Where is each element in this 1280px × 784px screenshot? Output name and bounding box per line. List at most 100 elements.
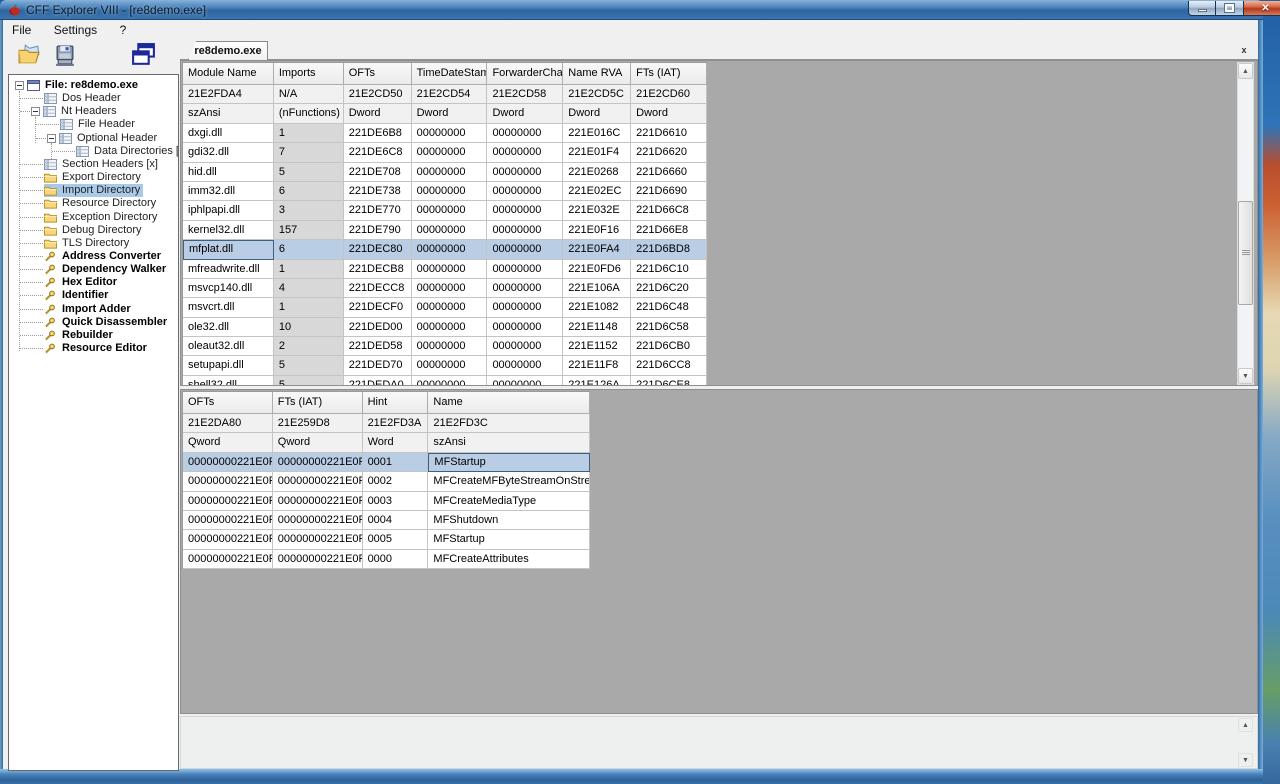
cell[interactable]: Dword (563, 104, 631, 123)
scroll-up-icon[interactable]: ▲ (1238, 63, 1253, 79)
cell[interactable]: 00000000221E0F24 (273, 550, 363, 569)
module-row-hid-dll[interactable]: hid.dll5221DE7080000000000000000221E0268… (183, 163, 707, 182)
module-row-dxgi-dll[interactable]: dxgi.dll1221DE6B80000000000000000221E016… (183, 124, 707, 143)
cell[interactable]: Dword (412, 104, 488, 123)
cell[interactable]: 221E02EC (563, 182, 631, 201)
cell[interactable]: 00000000221E0F8A (183, 511, 273, 530)
cell[interactable]: (nFunctions) (274, 104, 344, 123)
cell[interactable]: 5 (274, 376, 344, 386)
function-row-mfstartup[interactable]: 00000000221E0F3A00000000221E0F3A0001MFSt… (183, 453, 590, 472)
cell[interactable]: setupapi.dll (183, 356, 274, 375)
cell[interactable]: 21E2FD3C (428, 414, 590, 433)
cell[interactable]: 21E2FD3A (363, 414, 429, 433)
cell[interactable]: 221DE738 (344, 182, 412, 201)
cell[interactable]: 21E2DA80 (183, 414, 273, 433)
cell[interactable]: Dword (487, 104, 563, 123)
cell[interactable]: 7 (274, 143, 344, 162)
cell[interactable]: 5 (274, 163, 344, 182)
cell[interactable]: 00000000 (487, 279, 563, 298)
cell[interactable]: 00000000 (487, 124, 563, 143)
cell[interactable]: 0001 (363, 453, 429, 472)
cell[interactable]: dxgi.dll (183, 124, 274, 143)
cell[interactable]: 5 (274, 356, 344, 375)
cell[interactable]: 221D6BD8 (631, 240, 707, 259)
cell[interactable]: N/A (274, 85, 344, 104)
cell[interactable]: imm32.dll (183, 182, 274, 201)
menu-settings[interactable]: Settings (45, 20, 106, 40)
function-row-mfshutdown[interactable]: 00000000221E0F8A00000000221E0F8A0004MFSh… (183, 511, 590, 530)
tree-item-rebuilder[interactable]: Rebuilder (44, 329, 116, 342)
cell[interactable]: 221DED58 (344, 337, 412, 356)
cell[interactable]: 2 (274, 337, 344, 356)
cell[interactable]: 21E2CD54 (412, 85, 488, 104)
cell[interactable]: 0000 (363, 550, 429, 569)
cell[interactable]: Qword (273, 433, 363, 452)
cell[interactable]: 00000000 (412, 279, 488, 298)
cell[interactable]: 221D6C20 (631, 279, 707, 298)
function-row-mfcreatemfbytestreamonstream[interactable]: 00000000221E0F5600000000221E0F560002MFCr… (183, 472, 590, 491)
cell[interactable]: 0002 (363, 472, 429, 491)
cell[interactable]: 00000000 (412, 124, 488, 143)
cell[interactable]: iphlpapi.dll (183, 201, 274, 220)
maximize-button[interactable] (1216, 1, 1243, 16)
module-row-type-row[interactable]: szAnsi(nFunctions)DwordDwordDwordDwordDw… (183, 104, 707, 123)
cell[interactable]: MFCreateMFByteStreamOnStream (428, 472, 590, 491)
module-row-msvcp140-dll[interactable]: msvcp140.dll4221DECC80000000000000000221… (183, 279, 707, 298)
close-button[interactable]: ✕ (1243, 1, 1280, 16)
cell[interactable]: 221D6610 (631, 124, 707, 143)
module-row-msvcrt-dll[interactable]: msvcrt.dll1221DECF00000000000000000221E1… (183, 298, 707, 317)
cascade-windows-icon[interactable] (130, 42, 157, 74)
cell[interactable]: 221D6660 (631, 163, 707, 182)
cell[interactable]: 221E1082 (563, 298, 631, 317)
cell[interactable]: 221E1148 (563, 318, 631, 337)
cell[interactable]: 221E0268 (563, 163, 631, 182)
cell[interactable]: 4 (274, 279, 344, 298)
cell[interactable]: Word (363, 433, 429, 452)
cell[interactable]: 221DE6B8 (344, 124, 412, 143)
cell[interactable]: MFStartup (428, 453, 590, 472)
cell[interactable]: 221E126A (563, 376, 631, 386)
cell[interactable]: 221D6C10 (631, 260, 707, 279)
module-row-shell32-dll[interactable]: shell32.dll5221DEDA00000000000000000221E… (183, 376, 707, 386)
cell[interactable]: 221D66E8 (631, 221, 707, 240)
strip-scroll-down-icon[interactable]: ▼ (1238, 753, 1253, 767)
scroll-down-icon[interactable]: ▼ (1238, 368, 1253, 384)
cell[interactable]: 1 (274, 298, 344, 317)
cell[interactable]: 00000000 (487, 201, 563, 220)
cell[interactable]: 221DE6C8 (344, 143, 412, 162)
cell[interactable]: 221DECB8 (344, 260, 412, 279)
module-row-setupapi-dll[interactable]: setupapi.dll5221DED700000000000000000221… (183, 356, 707, 375)
tree-item-identifier[interactable]: Identifier (44, 289, 111, 302)
cell[interactable]: 1 (274, 124, 344, 143)
tree-item-dos-header[interactable]: Dos Header (44, 92, 124, 105)
cell[interactable]: 00000000 (412, 221, 488, 240)
module-row-gdi32-dll[interactable]: gdi32.dll7221DE6C80000000000000000221E01… (183, 143, 707, 162)
function-row-type-row[interactable]: QwordQwordWordszAnsi (183, 433, 590, 452)
cell[interactable]: 221E1152 (563, 337, 631, 356)
cell[interactable]: 221DEC80 (344, 240, 412, 259)
tree-item-hex-editor[interactable]: Hex Editor (44, 276, 120, 289)
tab-close-icon[interactable]: x (1238, 43, 1250, 57)
cell[interactable]: 221DE708 (344, 163, 412, 182)
cell[interactable]: shell32.dll (183, 376, 274, 386)
cell[interactable]: oleaut32.dll (183, 337, 274, 356)
cell[interactable]: 00000000 (487, 376, 563, 386)
cell[interactable]: 00000000 (487, 221, 563, 240)
tree-item-resource-editor[interactable]: Resource Editor (44, 342, 150, 355)
cell[interactable]: szAnsi (428, 433, 590, 452)
tree-item-nt-headers[interactable]: Nt Headers (31, 105, 120, 118)
cell[interactable]: 00000000 (412, 143, 488, 162)
cell[interactable]: MFCreateMediaType (428, 492, 590, 511)
cell[interactable]: 21E2CD60 (631, 85, 707, 104)
tree-item-exception-directory[interactable]: Exception Directory (44, 211, 160, 224)
module-row-mfreadwrite-dll[interactable]: mfreadwrite.dll1221DECB80000000000000000… (183, 260, 707, 279)
cell[interactable]: 221D6CB0 (631, 337, 707, 356)
tree-item-data-directories-x[interactable]: Data Directories [x] (76, 145, 179, 158)
cell[interactable]: 00000000 (487, 143, 563, 162)
cell[interactable]: msvcrt.dll (183, 298, 274, 317)
module-table-scrollbar[interactable]: ▲ ▼ (1237, 62, 1254, 385)
tree-item-section-headers-x[interactable]: Section Headers [x] (44, 158, 161, 171)
menu-file[interactable]: File (3, 20, 40, 40)
cell[interactable]: 00000000 (487, 163, 563, 182)
tree-item-file-header[interactable]: File Header (60, 118, 138, 131)
